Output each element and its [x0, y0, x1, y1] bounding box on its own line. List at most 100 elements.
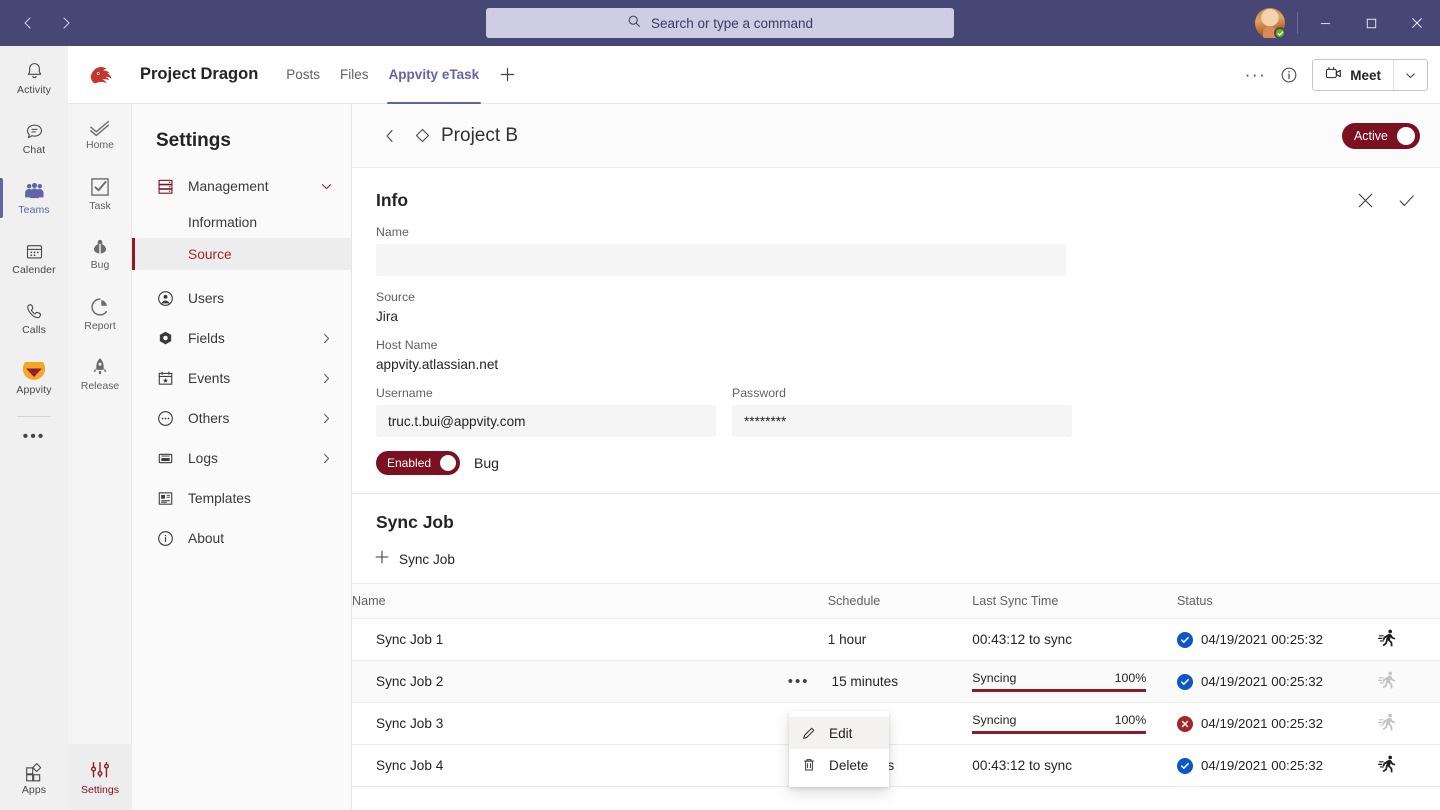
progress-bar: Syncing 100%: [972, 671, 1146, 692]
context-menu-item-edit[interactable]: Edit: [789, 717, 889, 749]
sidebar-item-activity[interactable]: Activity: [0, 50, 68, 106]
tab-appvity-etask[interactable]: Appvity eTask: [379, 46, 490, 104]
sidebar-item-users[interactable]: Users: [132, 278, 351, 318]
enabled-target-label: Bug: [474, 455, 499, 471]
tab-files[interactable]: Files: [330, 46, 379, 104]
more-apps-button[interactable]: •••: [0, 417, 68, 457]
context-menu-item-delete[interactable]: Delete: [789, 749, 889, 781]
password-input[interactable]: ********: [732, 405, 1072, 437]
source-info-form: Name Source Jira Host Name appvity.atlas…: [352, 211, 1440, 475]
sidebar-item-information[interactable]: Information: [132, 206, 351, 238]
sidebar-item-source[interactable]: Source: [132, 238, 351, 270]
chevron-right-icon[interactable]: [320, 412, 333, 425]
table-row[interactable]: Sync Job 4 30 minutes 00:43:12 to sync 0…: [352, 745, 1440, 787]
sidebar-item-label: Management: [188, 179, 306, 194]
field-label: Host Name: [376, 338, 1416, 352]
nav-item-label: Settings: [81, 785, 119, 796]
context-menu-item-label: Edit: [829, 726, 852, 741]
runner-icon[interactable]: [1378, 754, 1398, 774]
search-input[interactable]: Search or type a command: [486, 8, 954, 38]
sidebar-item-calls[interactable]: Calls: [0, 290, 68, 346]
column-header-last-sync-time: Last Sync Time: [972, 584, 1177, 619]
nav-item-task[interactable]: Task: [68, 164, 132, 224]
back-button[interactable]: [376, 122, 404, 150]
sidebar-item-apps[interactable]: Apps: [0, 746, 68, 810]
enabled-toggle[interactable]: Enabled: [376, 451, 460, 475]
status-toggle-active[interactable]: Active: [1342, 123, 1420, 149]
more-options-button[interactable]: ···: [1245, 65, 1266, 85]
log-icon: [156, 449, 174, 467]
rail-bottom-group: Apps: [0, 742, 68, 810]
back-icon[interactable]: [14, 9, 42, 37]
sidebar-item-logs[interactable]: Logs: [132, 438, 351, 478]
sidebar-item-label: Fields: [188, 331, 306, 346]
minimize-button[interactable]: [1302, 0, 1348, 46]
chevron-down-icon[interactable]: [320, 180, 333, 193]
avatar[interactable]: [1255, 8, 1285, 38]
nav-item-release[interactable]: Release: [68, 344, 132, 404]
sidebar-item-calendar[interactable]: Calender: [0, 230, 68, 286]
teams-app-window: Search or type a command: [0, 0, 1440, 810]
runner-icon[interactable]: [1378, 628, 1398, 648]
sidebar-item-events[interactable]: Events: [132, 358, 351, 398]
nav-item-label: Release: [81, 381, 120, 392]
close-icon[interactable]: [1356, 191, 1375, 210]
sidebar-item-about[interactable]: About: [132, 518, 351, 558]
add-sync-job-button[interactable]: Sync Job: [352, 533, 1440, 569]
name-input[interactable]: [376, 244, 1066, 276]
history-nav: [14, 9, 80, 37]
tab-label: Appvity eTask: [389, 67, 480, 82]
nav-item-report[interactable]: Report: [68, 284, 132, 344]
template-icon: [156, 489, 174, 507]
meet-button[interactable]: Meet: [1313, 60, 1393, 90]
username-input[interactable]: truc.t.bui@appvity.com: [376, 405, 716, 437]
nav-item-bug[interactable]: Bug: [68, 224, 132, 284]
sidebar-item-others[interactable]: Others: [132, 398, 351, 438]
sidebar-item-management[interactable]: Management: [132, 166, 351, 206]
forward-icon[interactable]: [52, 9, 80, 37]
chevron-right-icon[interactable]: [320, 452, 333, 465]
field-label: Password: [732, 386, 1072, 400]
phone-icon: [24, 301, 45, 323]
nav-item-home[interactable]: Home: [68, 104, 132, 164]
teams-icon: [23, 181, 46, 203]
sidebar-item-label: Others: [188, 411, 306, 426]
table-row[interactable]: Sync Job 1 1 hour 00:43:12 to sync 04/19…: [352, 619, 1440, 661]
sidebar-item-templates[interactable]: Templates: [132, 478, 351, 518]
cell-name: Sync Job 4: [352, 745, 828, 787]
check-icon[interactable]: [1397, 191, 1416, 210]
cell-last-sync-progress: Syncing 100%: [972, 661, 1177, 703]
close-button[interactable]: [1394, 0, 1440, 46]
maximize-button[interactable]: [1348, 0, 1394, 46]
progress-percent: 100%: [1115, 713, 1147, 727]
status-time: 04/19/2021 00:25:32: [1201, 716, 1323, 731]
chevron-right-icon[interactable]: [320, 372, 333, 385]
task-check-icon: [89, 176, 111, 198]
sidebar-item-chat[interactable]: Chat: [0, 110, 68, 166]
settings-title: Settings: [132, 104, 351, 166]
sidebar-item-teams[interactable]: Teams: [0, 170, 68, 226]
sidebar-item-label: Events: [188, 371, 306, 386]
progress-labels: Syncing 100%: [972, 671, 1146, 685]
search-placeholder-text: Search or type a command: [651, 16, 813, 31]
table-row[interactable]: Sync Job 2 ••• 15 minutes Syncing 100%: [352, 661, 1440, 703]
tab-posts[interactable]: Posts: [276, 46, 330, 104]
info-circle-icon[interactable]: [1280, 66, 1298, 84]
add-tab-button[interactable]: [499, 66, 516, 83]
sidebar-item-label: Templates: [188, 491, 351, 506]
divider: [1297, 12, 1298, 34]
sidebar-item-fields[interactable]: Fields: [132, 318, 351, 358]
table-body: Sync Job 1 1 hour 00:43:12 to sync 04/19…: [352, 619, 1440, 787]
team-header: Project Dragon Posts Files Appvity eTask…: [68, 46, 1440, 104]
cell-name: Sync Job 2: [352, 661, 828, 703]
table-row[interactable]: Sync Job 3 2 hours Syncing 100%: [352, 703, 1440, 745]
nav-item-settings[interactable]: Settings: [68, 744, 132, 810]
sidebar-item-appvity[interactable]: Appvity: [0, 350, 68, 406]
meet-dropdown-button[interactable]: [1394, 60, 1427, 90]
runner-icon: [1378, 670, 1398, 690]
trash-icon: [801, 757, 817, 773]
table-header-row: Name Schedule Last Sync Time Status: [352, 584, 1440, 619]
chevron-right-icon[interactable]: [320, 332, 333, 345]
nav-item-label: Bug: [91, 260, 110, 271]
sidebar-item-label: Chat: [23, 145, 46, 156]
